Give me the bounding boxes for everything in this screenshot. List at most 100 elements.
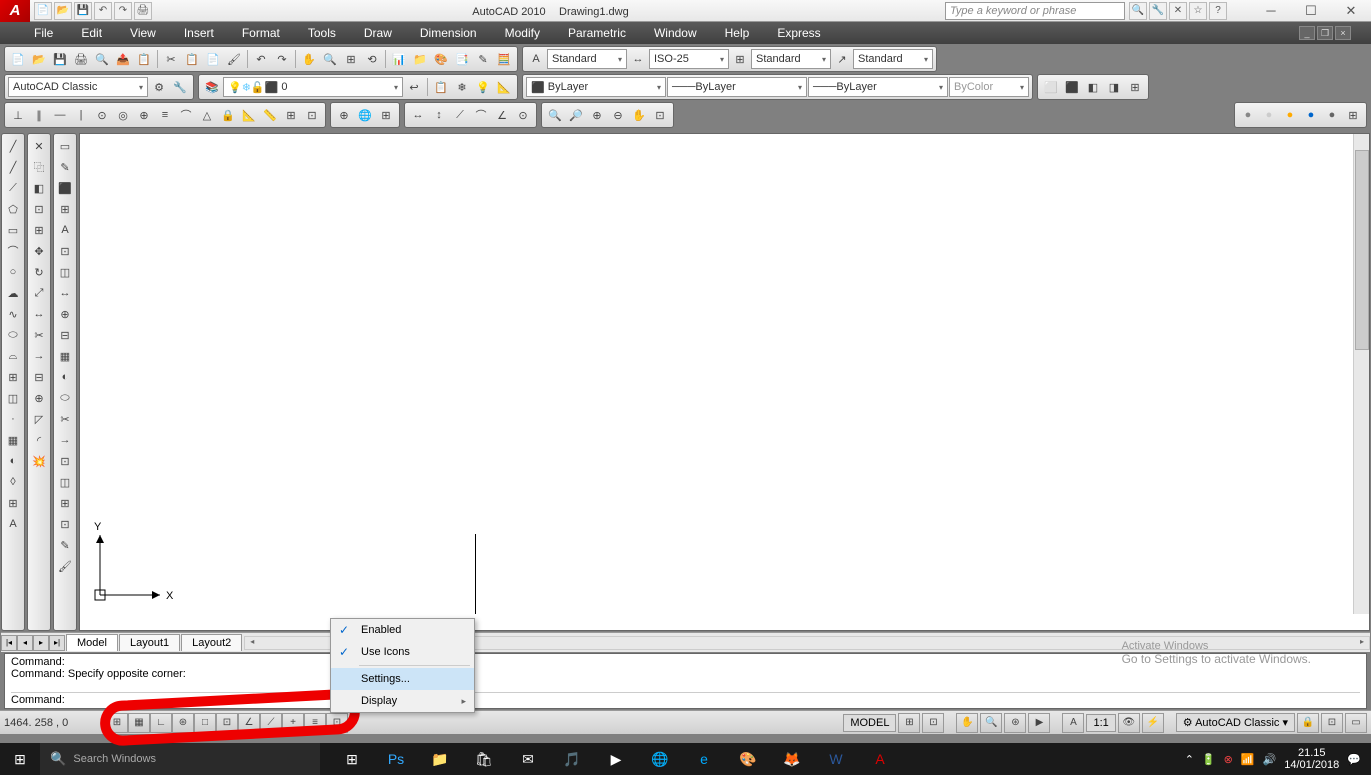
layer-dropdown[interactable]: 💡❄🔓⬛ 0: [223, 77, 403, 97]
m20-icon[interactable]: ✎: [55, 535, 75, 555]
edge-icon[interactable]: e: [682, 743, 726, 775]
qat-undo-icon[interactable]: ↶: [94, 2, 112, 20]
qp-toggle[interactable]: ⊡: [326, 713, 348, 733]
open-icon[interactable]: 📂: [29, 49, 49, 69]
tablestyle-dropdown[interactable]: Standard: [751, 49, 831, 69]
m7-icon[interactable]: ◫: [55, 262, 75, 282]
r6-icon[interactable]: ⊞: [1343, 105, 1363, 125]
markup-icon[interactable]: ✎: [473, 49, 493, 69]
pc5-icon[interactable]: ⊙: [92, 105, 112, 125]
pc6-icon[interactable]: ◎: [113, 105, 133, 125]
cleanscreen-icon[interactable]: ▭: [1345, 713, 1367, 733]
break-icon[interactable]: ⊟: [29, 367, 49, 387]
move-icon[interactable]: ✥: [29, 241, 49, 261]
scroll-left-icon[interactable]: ◂: [245, 637, 259, 649]
scroll-right-icon[interactable]: ▸: [1355, 637, 1369, 649]
tp-icon[interactable]: 🎨: [431, 49, 451, 69]
command-window[interactable]: Command: Command: Specify opposite corne…: [4, 653, 1367, 709]
zoom-prev-icon[interactable]: ⟲: [362, 49, 382, 69]
zoom2-icon[interactable]: 🔍: [980, 713, 1002, 733]
ucs1-icon[interactable]: ⊕: [334, 105, 354, 125]
m19-icon[interactable]: ⊡: [55, 514, 75, 534]
showmotion-icon[interactable]: ▶: [1028, 713, 1050, 733]
help-search-input[interactable]: Type a keyword or phrase: [945, 2, 1125, 20]
pan-icon[interactable]: ✋: [299, 49, 319, 69]
favorites-icon[interactable]: ☆: [1189, 2, 1207, 20]
comm-icon[interactable]: 🔧: [1149, 2, 1167, 20]
menu-insert[interactable]: Insert: [170, 23, 228, 43]
menu-help[interactable]: Help: [711, 23, 764, 43]
do4-icon[interactable]: ◨: [1104, 77, 1124, 97]
menu-draw[interactable]: Draw: [350, 23, 406, 43]
pc11-icon[interactable]: 🔒: [218, 105, 238, 125]
ws-settings-icon[interactable]: ⚙: [149, 77, 169, 97]
fillet-icon[interactable]: ◜: [29, 430, 49, 450]
hardware-accel-icon[interactable]: ⊡: [1321, 713, 1343, 733]
layer-prev-icon[interactable]: ↩: [404, 77, 424, 97]
ellipse-icon[interactable]: ⬭: [3, 325, 23, 345]
r2-icon[interactable]: ●: [1259, 105, 1279, 125]
mdi-restore[interactable]: ❐: [1317, 26, 1333, 40]
publish-icon[interactable]: 📤: [113, 49, 133, 69]
erase-icon[interactable]: ✕: [29, 136, 49, 156]
pline-icon[interactable]: ⟋: [3, 178, 23, 198]
close-button[interactable]: ✕: [1331, 0, 1371, 22]
qview-drawings-icon[interactable]: ⊡: [922, 713, 944, 733]
store-icon[interactable]: 🛍: [462, 743, 506, 775]
pc1-icon[interactable]: ⊥: [8, 105, 28, 125]
taskbar-search[interactable]: 🔍 Search Windows: [40, 743, 320, 775]
preview-icon[interactable]: 🔍: [92, 49, 112, 69]
r1-icon[interactable]: ●: [1238, 105, 1258, 125]
line-icon[interactable]: ╱: [3, 136, 23, 156]
linetype-dropdown[interactable]: ─── ByLayer: [667, 77, 807, 97]
d5-icon[interactable]: ∠: [492, 105, 512, 125]
ortho-toggle[interactable]: ∟: [150, 713, 172, 733]
insert-icon[interactable]: ⊞: [3, 367, 23, 387]
m18-icon[interactable]: ⊞: [55, 493, 75, 513]
3ddwf-icon[interactable]: 📋: [134, 49, 154, 69]
m6-icon[interactable]: ⊡: [55, 241, 75, 261]
workspace-dropdown[interactable]: AutoCAD Classic: [8, 77, 148, 97]
m15-icon[interactable]: →: [55, 430, 75, 450]
m21-icon[interactable]: 🖌: [55, 556, 75, 576]
save-icon[interactable]: 💾: [50, 49, 70, 69]
rect-icon[interactable]: ▭: [3, 220, 23, 240]
redo-icon[interactable]: ↷: [272, 49, 292, 69]
copy-icon[interactable]: 📋: [182, 49, 202, 69]
scale-dropdown[interactable]: 1:1: [1086, 714, 1115, 732]
props-icon[interactable]: 📊: [389, 49, 409, 69]
pc3-icon[interactable]: —: [50, 105, 70, 125]
3dosnap-toggle[interactable]: ⊡: [216, 713, 238, 733]
m12-icon[interactable]: ◐: [55, 367, 75, 387]
word-icon[interactable]: W: [814, 743, 858, 775]
hatch-icon[interactable]: ▦: [3, 430, 23, 450]
pc10-icon[interactable]: △: [197, 105, 217, 125]
m8-icon[interactable]: ↔: [55, 283, 75, 303]
taskview-icon[interactable]: ⊞: [330, 743, 374, 775]
plotstyle-dropdown[interactable]: ByColor: [949, 77, 1029, 97]
photoshop-icon[interactable]: Ps: [374, 743, 418, 775]
volume-icon[interactable]: 🔊: [1263, 753, 1277, 766]
annovisibility-icon[interactable]: 👁: [1118, 713, 1140, 733]
m16-icon[interactable]: ⊡: [55, 451, 75, 471]
tablestyle-icon[interactable]: ⊞: [730, 49, 750, 69]
lwt-toggle[interactable]: ≡: [304, 713, 326, 733]
mdi-minimize[interactable]: _: [1299, 26, 1315, 40]
d2-icon[interactable]: ↕: [429, 105, 449, 125]
region-icon[interactable]: ◊: [3, 472, 23, 492]
mirror-icon[interactable]: ◧: [29, 178, 49, 198]
ucs2-icon[interactable]: 🌐: [355, 105, 375, 125]
pc4-icon[interactable]: |: [71, 105, 91, 125]
layer-iso-icon[interactable]: 📋: [431, 77, 451, 97]
annoscale-icon[interactable]: A: [1062, 713, 1084, 733]
osnap-toggle[interactable]: □: [194, 713, 216, 733]
firefox-icon[interactable]: 🦊: [770, 743, 814, 775]
ctx-settings[interactable]: Settings...: [331, 668, 474, 690]
f2-icon[interactable]: 🔎: [566, 105, 586, 125]
paste-icon[interactable]: 📄: [203, 49, 223, 69]
tab-layout2[interactable]: Layout2: [181, 634, 242, 651]
m10-icon[interactable]: ⊟: [55, 325, 75, 345]
r4-icon[interactable]: ●: [1301, 105, 1321, 125]
mail-icon[interactable]: ✉: [506, 743, 550, 775]
layer-freeze-icon[interactable]: ❄: [452, 77, 472, 97]
